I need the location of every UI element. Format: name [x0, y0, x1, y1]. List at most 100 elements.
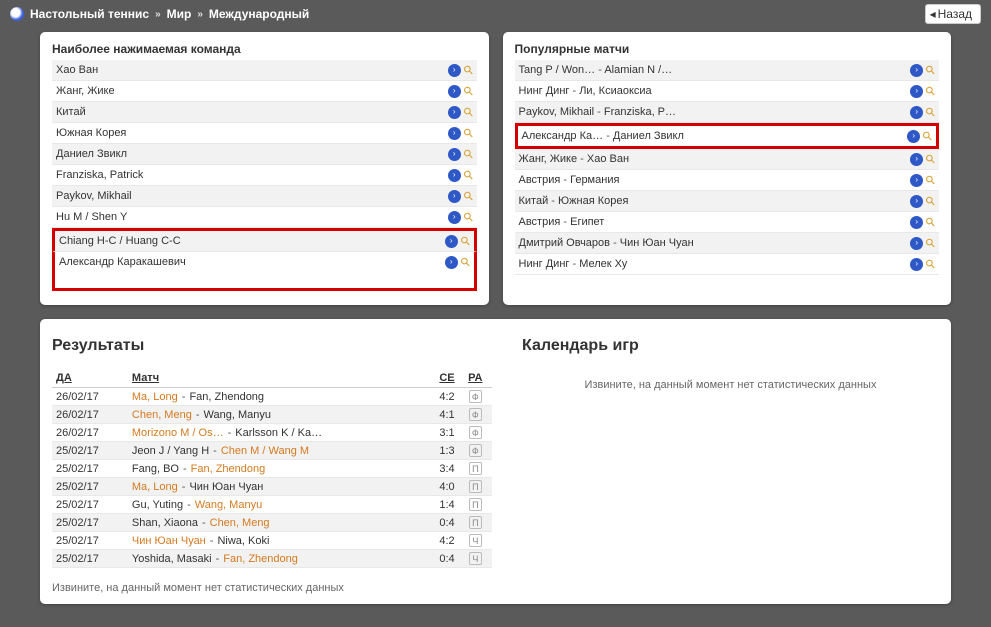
dot-icon[interactable]: ›: [910, 153, 923, 166]
cell-stage[interactable]: П: [459, 460, 492, 478]
dot-icon[interactable]: ›: [910, 174, 923, 187]
magnifier-icon[interactable]: ⚲: [461, 189, 476, 204]
result-row[interactable]: 26/02/17Ma, Long-Fan, Zhendong4:2Ф: [52, 388, 492, 406]
match-row[interactable]: Tang P / Won… - Alamian N /…›⚲: [515, 60, 940, 81]
result-row[interactable]: 25/02/17Jeon J / Yang H-Chen M / Wang M1…: [52, 442, 492, 460]
magnifier-icon[interactable]: ⚲: [461, 210, 476, 225]
magnifier-icon[interactable]: ⚲: [923, 152, 938, 167]
result-row[interactable]: 25/02/17Gu, Yuting-Wang, Manyu1:4П: [52, 496, 492, 514]
match-row[interactable]: Дмитрий Овчаров - Чин Юан Чуан ›⚲: [515, 233, 940, 254]
magnifier-icon[interactable]: ⚲: [458, 234, 473, 249]
cell-score: 4:2: [424, 532, 459, 550]
stage-icon: Ф: [469, 408, 482, 421]
dot-icon[interactable]: ›: [448, 85, 461, 98]
team-row[interactable]: Chiang H-C / Huang C-C›⚲: [52, 228, 477, 252]
magnifier-icon[interactable]: ⚲: [923, 84, 938, 99]
dot-icon[interactable]: ›: [448, 148, 461, 161]
team-row[interactable]: Даниел Звикл›⚲: [52, 144, 477, 165]
dot-icon[interactable]: ›: [910, 64, 923, 77]
match-row[interactable]: Австрия - Египет›⚲: [515, 212, 940, 233]
dot-icon[interactable]: ›: [445, 235, 458, 248]
dot-icon[interactable]: ›: [448, 106, 461, 119]
dot-icon[interactable]: ›: [910, 237, 923, 250]
dot-icon[interactable]: ›: [910, 85, 923, 98]
cell-stage[interactable]: Ф: [459, 406, 492, 424]
match-row[interactable]: Китай - Южная Корея›⚲: [515, 191, 940, 212]
magnifier-icon[interactable]: ⚲: [920, 129, 935, 144]
match-row[interactable]: Жанг, Жике - Хао Ван›⚲: [515, 149, 940, 170]
magnifier-icon[interactable]: ⚲: [923, 173, 938, 188]
magnifier-icon[interactable]: ⚲: [923, 257, 938, 272]
dot-icon[interactable]: ›: [910, 258, 923, 271]
result-row[interactable]: 25/02/17Fang, BO-Fan, Zhendong3:4П: [52, 460, 492, 478]
magnifier-icon[interactable]: ⚲: [461, 147, 476, 162]
dot-icon[interactable]: ›: [448, 211, 461, 224]
dot-icon[interactable]: ›: [910, 195, 923, 208]
col-set[interactable]: СЕ: [424, 369, 459, 388]
match-row[interactable]: Нинг Динг - Мелек Ху›⚲: [515, 254, 940, 275]
cell-date: 25/02/17: [52, 514, 128, 532]
magnifier-icon[interactable]: ⚲: [458, 255, 473, 270]
dot-icon[interactable]: ›: [910, 106, 923, 119]
back-button[interactable]: ◂ Назад: [925, 4, 981, 24]
dot-icon[interactable]: ›: [448, 127, 461, 140]
team-row[interactable]: Хао Ван›⚲: [52, 60, 477, 81]
team-row[interactable]: Paykov, Mikhail›⚲: [52, 186, 477, 207]
team-row[interactable]: Hu M / Shen Y›⚲: [52, 207, 477, 228]
result-row[interactable]: 25/02/17Чин Юан Чуан-Niwa, Koki4:2Ч: [52, 532, 492, 550]
magnifier-icon[interactable]: ⚲: [923, 194, 938, 209]
breadcrumb-league[interactable]: Международный: [209, 7, 309, 21]
popular-teams-panel: Наиболее нажимаемая команда Хао Ван›⚲Жан…: [40, 32, 489, 305]
match-row[interactable]: Нинг Динг - Ли, Ксиаоксиа›⚲: [515, 81, 940, 102]
match-row[interactable]: Александр Ка… - Даниел Звикл›⚲: [515, 123, 940, 149]
match-name: Дмитрий Овчаров - Чин Юан Чуан: [519, 235, 694, 251]
magnifier-icon[interactable]: ⚲: [461, 126, 476, 141]
cell-stage[interactable]: П: [459, 514, 492, 532]
result-row[interactable]: 26/02/17Morizono M / Os…-Karlsson K / Ka…: [52, 424, 492, 442]
magnifier-icon[interactable]: ⚲: [923, 105, 938, 120]
cell-stage[interactable]: Ф: [459, 388, 492, 406]
breadcrumb-sport[interactable]: Настольный теннис: [30, 7, 149, 21]
result-row[interactable]: 25/02/17Shan, Xiaona-Chen, Meng0:4П: [52, 514, 492, 532]
team-row[interactable]: Китай›⚲: [52, 102, 477, 123]
match-row[interactable]: Австрия - Германия ›⚲: [515, 170, 940, 191]
result-row[interactable]: 25/02/17Ma, Long-Чин Юан Чуан4:0П: [52, 478, 492, 496]
cell-score: 3:4: [424, 460, 459, 478]
magnifier-icon[interactable]: ⚲: [461, 168, 476, 183]
dot-icon[interactable]: ›: [907, 130, 920, 143]
popular-matches-panel: Популярные матчи Tang P / Won… - Alamian…: [503, 32, 952, 305]
col-ra[interactable]: РА: [459, 369, 492, 388]
magnifier-icon[interactable]: ⚲: [461, 63, 476, 78]
magnifier-icon[interactable]: ⚲: [923, 63, 938, 78]
match-name: Австрия - Германия: [519, 172, 620, 188]
col-match[interactable]: Матч: [128, 369, 424, 388]
cell-stage[interactable]: Ф: [459, 442, 492, 460]
dot-icon[interactable]: ›: [448, 190, 461, 203]
team-row[interactable]: Жанг, Жике ›⚲: [52, 81, 477, 102]
match-row[interactable]: Paykov, Mikhail - Franziska, P…›⚲: [515, 102, 940, 123]
cell-date: 25/02/17: [52, 442, 128, 460]
magnifier-icon[interactable]: ⚲: [461, 105, 476, 120]
cell-stage[interactable]: Ч: [459, 532, 492, 550]
result-row[interactable]: 26/02/17Chen, Meng-Wang, Manyu4:1Ф: [52, 406, 492, 424]
dot-icon[interactable]: ›: [445, 256, 458, 269]
panel-title: Наиболее нажимаемая команда: [52, 42, 477, 56]
cell-score: 0:4: [424, 550, 459, 568]
dot-icon[interactable]: ›: [910, 216, 923, 229]
team-row[interactable]: Александр Каракашевич›⚲: [52, 252, 477, 291]
magnifier-icon[interactable]: ⚲: [923, 215, 938, 230]
magnifier-icon[interactable]: ⚲: [923, 236, 938, 251]
team-row[interactable]: Южная Корея›⚲: [52, 123, 477, 144]
cell-stage[interactable]: Ф: [459, 424, 492, 442]
cell-stage[interactable]: П: [459, 496, 492, 514]
team-name: Жанг, Жике: [56, 83, 115, 99]
cell-stage[interactable]: П: [459, 478, 492, 496]
dot-icon[interactable]: ›: [448, 169, 461, 182]
dot-icon[interactable]: ›: [448, 64, 461, 77]
breadcrumb-region[interactable]: Мир: [167, 7, 192, 21]
result-row[interactable]: 25/02/17Yoshida, Masaki-Fan, Zhendong0:4…: [52, 550, 492, 568]
col-date[interactable]: ДА: [52, 369, 128, 388]
cell-stage[interactable]: Ч: [459, 550, 492, 568]
magnifier-icon[interactable]: ⚲: [461, 84, 476, 99]
team-row[interactable]: Franziska, Patrick›⚲: [52, 165, 477, 186]
